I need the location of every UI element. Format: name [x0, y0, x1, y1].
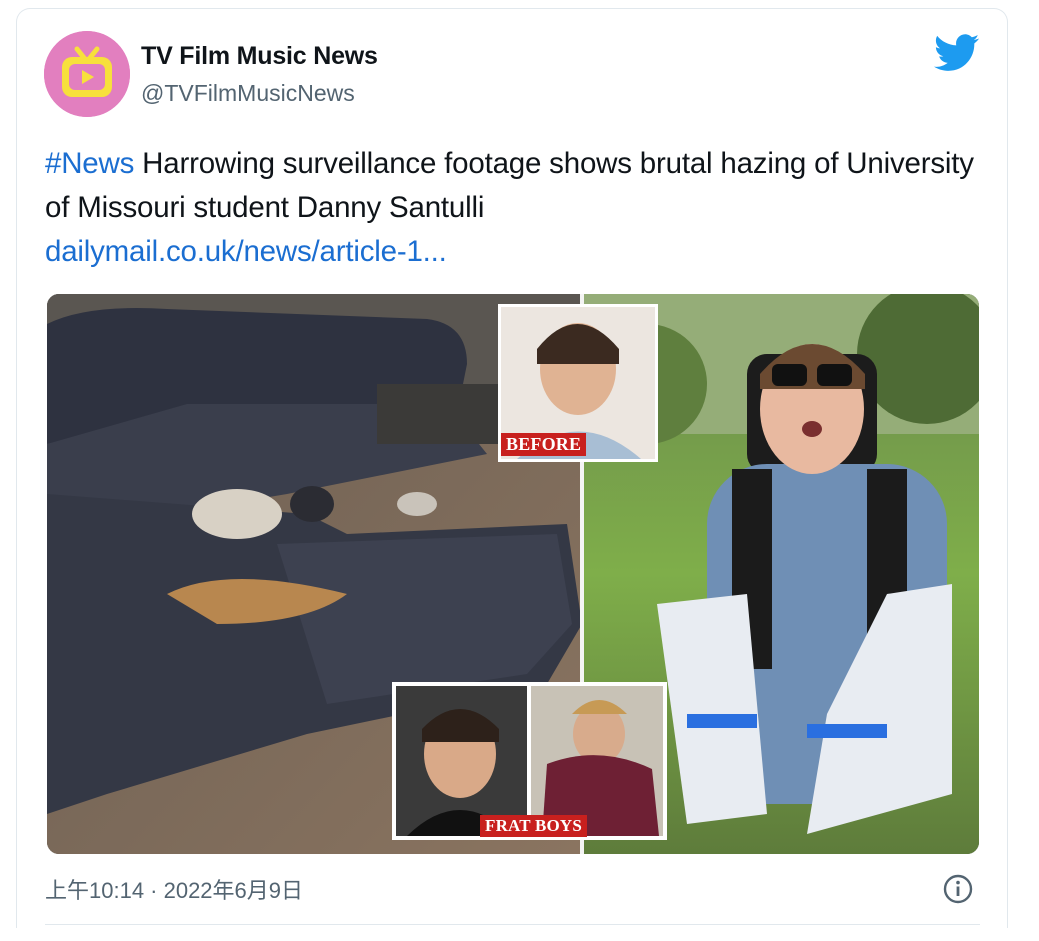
hashtag-link[interactable]: #News [45, 147, 134, 180]
article-link[interactable]: dailymail.co.uk/news/article-1... [45, 230, 980, 274]
twitter-bird-icon[interactable] [934, 34, 980, 72]
tweet-body: Harrowing surveillance footage shows bru… [45, 147, 974, 224]
info-icon[interactable] [942, 873, 974, 905]
tweet-timestamp[interactable]: 上午10:14 · 2022年6月9日 [45, 873, 303, 905]
before-label: BEFORE [501, 433, 587, 456]
tweet-media[interactable]: BEFORE FRAT BOYS [47, 294, 979, 854]
news-photo-collage [47, 294, 979, 854]
account-name[interactable]: TV Film Music News [141, 42, 378, 71]
avatar[interactable] [44, 31, 130, 117]
footer-divider [45, 924, 980, 925]
tweet-text: #News Harrowing surveillance footage sho… [45, 142, 980, 274]
frat-boys-label: FRAT BOYS [480, 815, 588, 837]
account-handle[interactable]: @TVFilmMusicNews [141, 80, 355, 107]
tv-logo-icon [44, 31, 130, 117]
